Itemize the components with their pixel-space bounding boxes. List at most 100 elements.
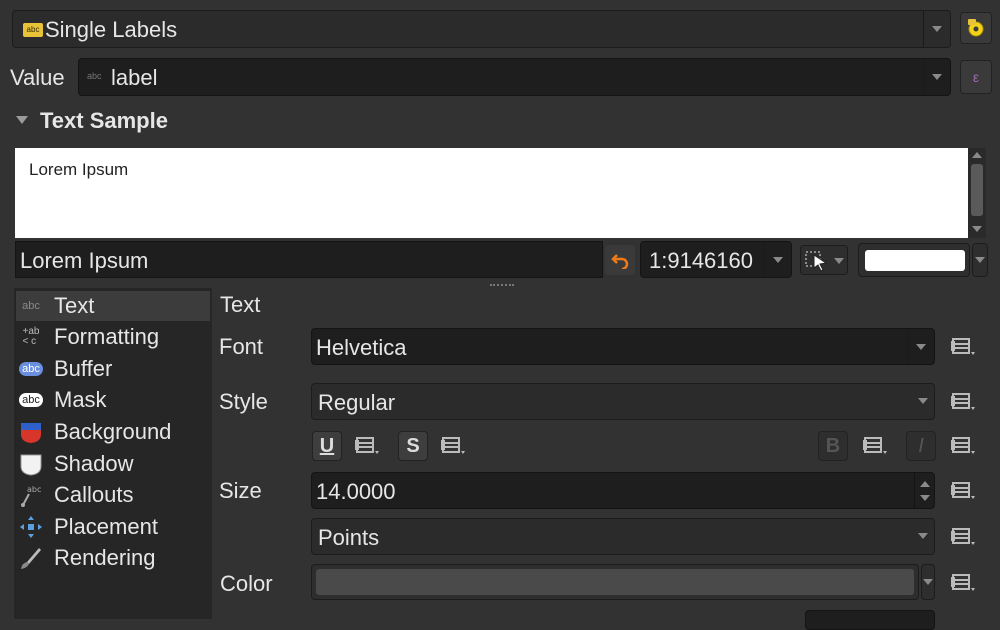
scroll-up-icon[interactable] bbox=[972, 152, 982, 158]
sidebar-item-label: Rendering bbox=[54, 545, 156, 570]
text-color-dropdown[interactable] bbox=[921, 564, 935, 600]
style-combo[interactable]: Regular bbox=[311, 383, 935, 420]
abc-label-icon: abc bbox=[23, 23, 43, 37]
svg-text:abc: abc bbox=[27, 485, 41, 494]
size-spinbox[interactable]: 14.0000 bbox=[311, 472, 935, 509]
sidebar-item-text[interactable]: abc Text bbox=[18, 291, 210, 321]
configure-rules-button[interactable] bbox=[960, 12, 992, 44]
background-shield-icon bbox=[18, 419, 44, 445]
chevron-down-icon bbox=[918, 398, 928, 404]
scale-dropdown-arrow[interactable] bbox=[764, 242, 791, 277]
style-label: Style bbox=[219, 389, 268, 414]
color-data-defined-button[interactable] bbox=[946, 568, 982, 596]
italic-icon: I bbox=[918, 434, 924, 457]
data-defined-icon bbox=[951, 482, 975, 499]
spin-up-icon[interactable] bbox=[920, 481, 930, 487]
expression-button[interactable]: ε bbox=[960, 60, 992, 94]
data-defined-icon bbox=[863, 437, 887, 454]
style-data-defined-button[interactable] bbox=[946, 387, 982, 415]
style-value: Regular bbox=[318, 390, 396, 415]
sample-text-value: Lorem Ipsum bbox=[20, 248, 149, 273]
scale-value: 1:9146160 bbox=[649, 248, 753, 273]
text-color-swatch bbox=[316, 569, 914, 595]
preview-text: Lorem Ipsum bbox=[29, 160, 129, 179]
style-dropdown-arrow[interactable] bbox=[918, 398, 928, 404]
text-color-button[interactable] bbox=[311, 564, 919, 600]
renderer-combo[interactable]: abc Single Labels bbox=[12, 10, 951, 48]
italic-button[interactable]: I bbox=[906, 431, 936, 461]
italic-data-defined-button[interactable] bbox=[946, 431, 982, 459]
sidebar-item-label: Background bbox=[54, 419, 172, 444]
data-defined-icon bbox=[951, 338, 975, 355]
size-unit-combo[interactable]: Points bbox=[311, 518, 935, 555]
strikeout-button[interactable]: S bbox=[398, 431, 428, 461]
preview-scrollbar[interactable] bbox=[968, 148, 986, 238]
sidebar-item-rendering[interactable]: Rendering bbox=[18, 543, 210, 573]
sidebar-item-callouts[interactable]: abc Callouts bbox=[18, 480, 210, 510]
background-color-dropdown[interactable] bbox=[972, 243, 988, 277]
chevron-down-icon bbox=[932, 26, 942, 32]
value-field-combo[interactable]: abc label bbox=[78, 58, 951, 96]
reset-sample-button[interactable] bbox=[605, 245, 635, 275]
background-color-button[interactable] bbox=[858, 243, 970, 277]
map-canvas-scale-button[interactable] bbox=[800, 245, 848, 275]
bold-button[interactable]: B bbox=[818, 431, 848, 461]
size-unit-value: Points bbox=[318, 525, 380, 550]
chevron-down-icon bbox=[932, 74, 942, 80]
opacity-spinbox[interactable] bbox=[805, 610, 935, 630]
chevron-down-icon bbox=[916, 343, 926, 350]
unit-dropdown-arrow[interactable] bbox=[918, 533, 928, 539]
data-defined-icon bbox=[355, 437, 379, 454]
data-defined-icon bbox=[441, 437, 465, 454]
sidebar-item-label: Mask bbox=[54, 387, 107, 412]
data-defined-icon bbox=[951, 437, 975, 454]
sidebar-item-shadow[interactable]: Shadow bbox=[18, 449, 210, 479]
sidebar-item-mask[interactable]: abc Mask bbox=[18, 385, 210, 415]
text-preview-area: Lorem Ipsum bbox=[15, 148, 968, 238]
scale-combo[interactable]: 1:9146160 bbox=[640, 241, 792, 278]
sidebar-item-formatting[interactable]: +ab < c Formatting bbox=[18, 322, 210, 352]
underline-data-defined-button[interactable] bbox=[350, 431, 386, 459]
sample-text-input[interactable]: Lorem Ipsum bbox=[15, 241, 603, 278]
text-panel-title: Text bbox=[220, 292, 261, 317]
cursor-select-icon bbox=[805, 251, 828, 272]
formatting-icon: +ab < c bbox=[22, 326, 40, 347]
undo-arrow-icon bbox=[611, 254, 629, 269]
strikeout-data-defined-button[interactable] bbox=[436, 431, 472, 459]
font-data-defined-button[interactable] bbox=[946, 332, 982, 360]
chevron-down-icon bbox=[773, 256, 783, 263]
sidebar-item-buffer[interactable]: abc Buffer bbox=[18, 354, 210, 384]
value-dropdown-arrow[interactable] bbox=[923, 59, 950, 95]
scroll-down-icon[interactable] bbox=[972, 226, 982, 232]
underline-button[interactable]: U bbox=[312, 431, 342, 461]
sidebar-item-placement[interactable]: Placement bbox=[18, 512, 210, 542]
callouts-icon: abc bbox=[18, 482, 44, 508]
abc-text-icon: abc bbox=[22, 300, 40, 312]
bold-data-defined-button[interactable] bbox=[858, 431, 894, 459]
sidebar-item-label: Callouts bbox=[54, 482, 134, 507]
collapse-triangle-icon[interactable] bbox=[16, 116, 28, 124]
unit-data-defined-button[interactable] bbox=[946, 522, 982, 550]
renderer-label: Single Labels bbox=[45, 17, 178, 42]
scroll-thumb[interactable] bbox=[971, 164, 983, 216]
splitter-handle[interactable] bbox=[490, 284, 514, 287]
font-combo[interactable]: Helvetica bbox=[311, 328, 935, 365]
size-spin-buttons[interactable] bbox=[914, 473, 934, 508]
text-sample-heading: Text Sample bbox=[40, 108, 168, 133]
font-label: Font bbox=[219, 334, 264, 359]
strikeout-icon: S bbox=[406, 434, 420, 457]
rendering-brush-icon bbox=[18, 545, 44, 571]
placement-icon bbox=[18, 514, 44, 540]
mask-icon: abc bbox=[18, 387, 44, 413]
sidebar-item-background[interactable]: Background bbox=[18, 417, 210, 447]
renderer-dropdown-arrow[interactable] bbox=[923, 11, 950, 47]
spin-down-icon[interactable] bbox=[920, 495, 930, 501]
sidebar-item-label: Text bbox=[54, 293, 95, 318]
background-color-swatch bbox=[865, 250, 965, 271]
font-dropdown-arrow[interactable] bbox=[907, 329, 934, 364]
sidebar-item-label: Formatting bbox=[54, 324, 160, 349]
gear-icon bbox=[968, 19, 984, 37]
underline-icon: U bbox=[319, 434, 335, 457]
abc-field-icon: abc bbox=[87, 71, 102, 81]
size-data-defined-button[interactable] bbox=[946, 476, 982, 504]
